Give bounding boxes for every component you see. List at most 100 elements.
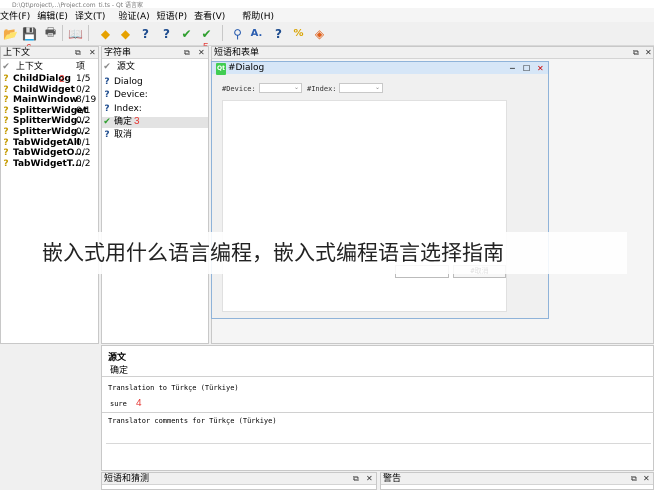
context-name: TabWidgetO... [13, 148, 85, 159]
close-icon[interactable]: ✕ [198, 47, 205, 59]
menu-validation[interactable]: 验证(A) [112, 9, 156, 22]
string-row[interactable]: ? Dialog [102, 77, 208, 88]
context-row[interactable]: ? SplitterWidg... 0/2 [1, 127, 100, 138]
warning-icon: ? [3, 84, 9, 95]
context-count: 0/2 [76, 84, 91, 95]
context-row[interactable]: ? SplitterWidg... 0/2 [1, 116, 100, 127]
context-row[interactable]: ? TabWidgetO... 0/2 [1, 148, 100, 159]
strings-panel-header: 字符串 ⧉ ✕ [102, 47, 208, 59]
phrasebook-icon[interactable]: 📖 [67, 25, 84, 42]
close-icon[interactable]: ✕ [366, 473, 373, 485]
float-icon[interactable]: ⧉ [184, 47, 190, 59]
column-source[interactable]: 源文 [117, 62, 135, 72]
unfinished-icon: ? [104, 130, 110, 141]
punctuation-icon[interactable]: ? [270, 25, 287, 42]
context-count: 0/1 [76, 105, 91, 116]
context-row[interactable]: ? ChildDialog 1/5 [1, 74, 100, 85]
open-icon[interactable]: 📂 [2, 25, 19, 42]
translation-label: Translation to Türkçe (Türkiye) [108, 384, 239, 392]
form-preview-dialog[interactable]: Qt#Dialog ─ ☐ ✕ #Device: ⌄ #Index: ⌄ #取消 [211, 61, 549, 319]
close-icon[interactable]: ✕ [537, 63, 544, 75]
window-title: D:\Qt\project\...\Project.com_ti.ts - Qt… [0, 0, 654, 8]
menu-phrases[interactable]: 短语(P) [157, 9, 194, 22]
context-panel: 上下文 ⧉ ✕ ✔ 上下文 项 ? ChildDialog 1/5? ChildWid… [0, 46, 99, 344]
warning-icon: ? [3, 127, 9, 137]
column-context[interactable]: 上下文 [16, 62, 43, 72]
dialog-titlebar: Qt #Dialog ─ ☐ ✕ [212, 62, 548, 75]
context-row[interactable]: ? MainWindow 8/19 [1, 95, 100, 106]
menu-view[interactable]: 查看(V) [194, 9, 232, 22]
context-row[interactable]: ? TabWidgetT... 0/2 [1, 159, 100, 170]
float-icon[interactable]: ⧉ [633, 47, 639, 59]
context-name: TabWidgetAll [13, 137, 80, 148]
context-row[interactable]: ? ChildWidget 0/2 [1, 85, 100, 96]
minimize-icon[interactable]: ─ [510, 63, 515, 75]
warning-icon: ? [3, 74, 9, 84]
warning-icon: ? [3, 137, 9, 148]
context-row[interactable]: ? SplitterWidget 0/1 [1, 106, 100, 117]
next-unfinished-icon[interactable]: ? [158, 25, 175, 42]
context-name: ChildWidget [13, 84, 75, 95]
next-icon[interactable]: ◆ [117, 25, 134, 42]
prev-unfinished-icon[interactable]: ? [137, 25, 154, 42]
context-count: 0/2 [76, 127, 91, 137]
done-icon[interactable]: ✔ [198, 25, 215, 42]
strings-header-row: ✔ 源文 [102, 62, 208, 73]
context-row[interactable]: ? TabWidgetAll 0/1 [1, 138, 100, 149]
menu-bar: 文件(F) 编辑(E) 译文(T) 验证(A) 短语(P) 查看(V) 帮助(H… [0, 8, 654, 22]
placeholder-icon[interactable]: ◈ [311, 25, 328, 42]
accelerator-icon[interactable]: A. [248, 25, 265, 42]
string-row[interactable]: ? 取消 [102, 130, 208, 141]
warning-icon: ? [3, 158, 9, 169]
done-check-icon: ✔ [103, 116, 111, 127]
string-source: 取消 [114, 130, 133, 141]
string-source: Index: [114, 103, 142, 114]
string-row[interactable]: ? Device: [102, 90, 208, 101]
close-icon[interactable]: ✕ [643, 473, 650, 485]
phrase-match-icon[interactable]: % [290, 25, 307, 42]
translation-text: sure [110, 400, 127, 408]
form-panel-title: 短语和表单 [214, 48, 260, 58]
done-next-icon[interactable]: ✔ [178, 25, 195, 42]
form-panel-header: 短语和表单 ⧉ ✕ [212, 47, 653, 59]
annotation-mark-3: 3 [134, 116, 140, 127]
float-icon[interactable]: ⧉ [631, 473, 637, 485]
check-icon: ✔ [103, 62, 111, 72]
device-combo[interactable]: ⌄ [259, 83, 302, 93]
context-count: 0/2 [76, 158, 91, 169]
source-label: 源文 [108, 353, 127, 363]
save-icon[interactable]: 💾 [21, 25, 38, 42]
menu-help[interactable]: 帮助(H) [232, 9, 281, 22]
float-icon[interactable]: ⧉ [75, 47, 81, 59]
translation-input[interactable]: sure [106, 396, 651, 412]
prev-icon[interactable]: ◆ [97, 25, 114, 42]
annotation-mark-2: 2 [59, 74, 65, 85]
menu-translation[interactable]: 译文(T) [75, 9, 113, 22]
annotation-mark-4: 4 [136, 398, 142, 409]
search-icon[interactable]: ⚲ [229, 25, 246, 42]
comments-input[interactable] [106, 428, 651, 444]
string-row[interactable]: ? Index: [102, 104, 208, 115]
column-items[interactable]: 项 [76, 62, 85, 73]
toolbar-separator [88, 25, 89, 41]
strings-panel-title: 字符串 [104, 48, 132, 58]
translation-editor: 源文 确定 Translation to Türkçe (Türkiye) su… [101, 345, 654, 471]
close-icon[interactable]: ✕ [645, 47, 652, 59]
divider [102, 412, 654, 413]
print-icon[interactable]: 🖶 [42, 25, 59, 42]
context-name: MainWindow [13, 95, 78, 106]
menu-edit[interactable]: 编辑(E) [37, 9, 75, 22]
close-icon[interactable]: ✕ [89, 47, 96, 59]
context-panel-header: 上下文 ⧉ ✕ [1, 47, 98, 59]
toolbar: 📂 💾 🖶 📖 ◆ ◆ ? ? ✔ ✔ ⚲ A. ? % ◈ 6 5 [0, 22, 654, 54]
float-icon[interactable]: ⧉ [353, 473, 359, 485]
menu-file[interactable]: 文件(F) [0, 9, 37, 22]
phrases-panel-header: 短语和猜测 ⧉ ✕ [102, 473, 376, 485]
unfinished-icon: ? [104, 103, 110, 114]
maximize-icon[interactable]: ☐ [523, 63, 530, 75]
index-combo[interactable]: ⌄ [339, 83, 383, 93]
context-panel-title: 上下文 [3, 48, 31, 58]
check-icon: ✔ [2, 62, 10, 72]
string-row[interactable]: ✔ 确定 [102, 116, 208, 128]
source-text: 确定 [110, 366, 129, 376]
